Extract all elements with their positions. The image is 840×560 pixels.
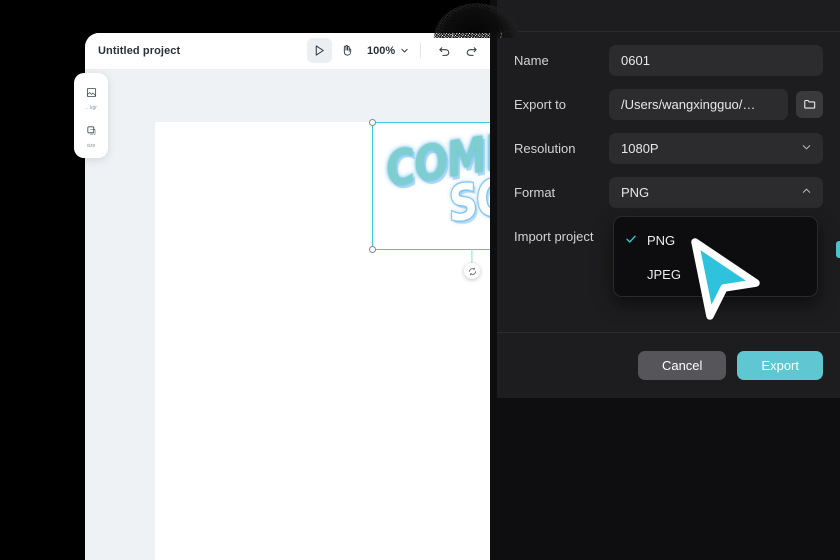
- name-label: Name: [514, 52, 549, 68]
- dialog-footer: Cancel Export: [497, 332, 840, 398]
- page-title: Untitled project: [98, 45, 181, 57]
- chevron-up-icon: [801, 185, 812, 200]
- resize-handle-bottom-left[interactable]: [369, 246, 376, 253]
- background-icon: [86, 85, 97, 103]
- format-value: PNG: [621, 184, 650, 200]
- format-select[interactable]: PNG: [609, 176, 823, 208]
- redo-icon: [466, 47, 477, 56]
- dropdown-option-png-label: PNG: [647, 232, 676, 248]
- export-path-input[interactable]: /Users/wangxingguo/…: [609, 88, 788, 120]
- form-row-name: Name 0601: [497, 44, 840, 76]
- resolution-value: 1080P: [621, 140, 659, 156]
- hand-tool-icon: [343, 45, 352, 56]
- dialog-header: [497, 0, 840, 32]
- editor-toolbar: 100%: [307, 38, 484, 63]
- form-row-resolution: Resolution 1080P: [497, 132, 840, 164]
- toolbar-divider: [420, 43, 422, 58]
- dropdown-option-jpeg[interactable]: JPEG: [614, 257, 817, 291]
- import-project-label: Import project: [514, 228, 594, 244]
- cancel-button[interactable]: Cancel: [637, 351, 727, 380]
- form-row-format: Format PNG: [497, 176, 840, 208]
- redo-button[interactable]: [459, 38, 484, 63]
- check-icon: [625, 233, 647, 248]
- export-path-value: /Users/wangxingguo/…: [621, 96, 756, 112]
- export-button[interactable]: Export: [737, 351, 823, 380]
- resize-icon: [86, 123, 97, 141]
- folder-icon: [803, 99, 815, 109]
- background-glyph: [86, 87, 96, 98]
- chevron-down-icon: [401, 48, 408, 53]
- sidebar-item-resize[interactable]: size: [74, 117, 108, 155]
- screen-root: ❮ Untitled project 100: [0, 0, 840, 560]
- zoom-level-label: 100%: [367, 44, 396, 57]
- dropdown-option-png[interactable]: PNG: [614, 223, 817, 257]
- name-input-value: 0601: [621, 52, 650, 68]
- sidebar-item-background[interactable]: kgr…: [74, 79, 108, 117]
- chevron-down-glyph: [802, 145, 811, 150]
- select-tool-icon: [315, 45, 324, 56]
- resolution-select[interactable]: 1080P: [609, 132, 823, 164]
- rotate-icon: [468, 267, 476, 275]
- rotate-handle-icon[interactable]: [464, 263, 480, 279]
- resize-handle-top-left[interactable]: [369, 119, 376, 126]
- export-dialog: Name 0601 Export to /Users/wangxingguo/…: [497, 0, 840, 398]
- left-tool-panel: kgr… size: [74, 73, 108, 158]
- resize-glyph: [86, 126, 96, 135]
- browse-folder-button[interactable]: [796, 90, 823, 118]
- sidebar-item-resize-label: size: [86, 143, 96, 149]
- import-project-toggle[interactable]: [836, 241, 840, 258]
- sidebar-item-background-label: kgr…: [85, 105, 97, 111]
- name-input[interactable]: 0601: [609, 44, 823, 76]
- zoom-control[interactable]: 100%: [367, 45, 409, 57]
- format-dropdown-menu: PNG JPEG: [613, 216, 818, 297]
- form-row-export-to: Export to /Users/wangxingguo/…: [497, 88, 840, 120]
- undo-button[interactable]: [432, 38, 457, 63]
- select-tool-button[interactable]: [307, 38, 332, 63]
- format-label: Format: [514, 184, 556, 200]
- check-glyph: [626, 235, 636, 243]
- resolution-label: Resolution: [514, 140, 576, 156]
- undo-icon: [439, 47, 450, 56]
- hand-tool-button[interactable]: [334, 38, 359, 63]
- chevron-down-icon: [801, 141, 812, 156]
- export-to-label: Export to: [514, 96, 567, 112]
- chevron-up-glyph: [802, 188, 811, 193]
- dropdown-option-jpeg-label: JPEG: [647, 266, 681, 282]
